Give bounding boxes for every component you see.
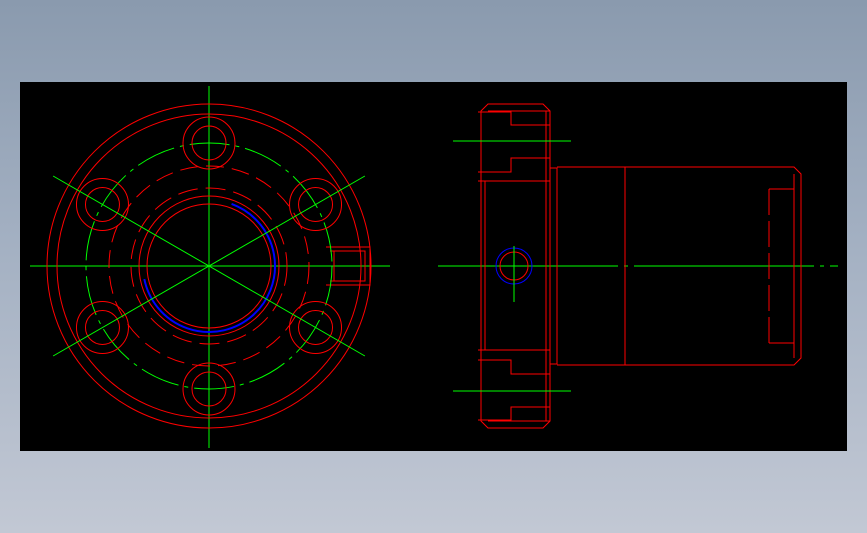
bottom-counterbore-upper — [478, 359, 550, 375]
bottom-counterbore-lower — [478, 406, 550, 421]
top-counterbore-upper — [478, 111, 550, 126]
side-view — [438, 103, 838, 429]
cad-viewport[interactable] — [20, 82, 847, 451]
front-view — [30, 86, 390, 448]
cad-drawing — [30, 86, 838, 448]
top-counterbore-lower — [478, 157, 550, 173]
